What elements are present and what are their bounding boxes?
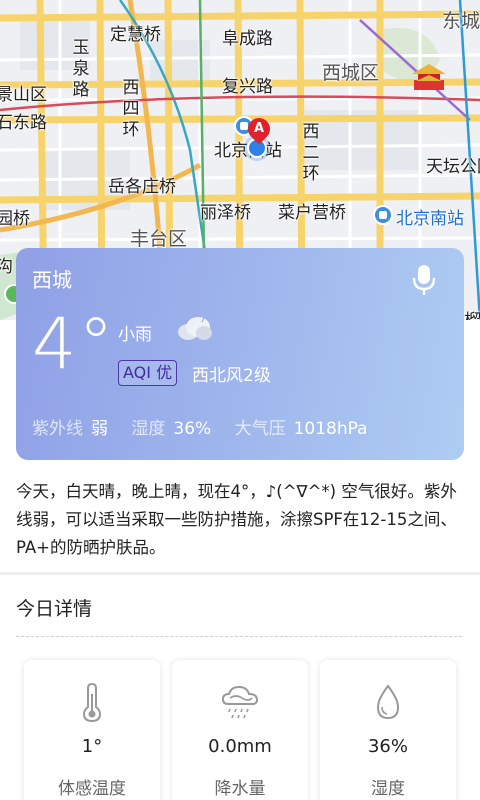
feels-like-label: 体感温度 bbox=[58, 779, 126, 799]
map-label-fengtai: 丰台区 bbox=[130, 228, 188, 250]
map-label-fuxinglu: 复兴路 bbox=[222, 77, 273, 97]
map-label-xicheng: 西城区 bbox=[322, 62, 380, 84]
weather-stats-row: 紫外线弱 湿度 36% 大气压 1018hPa bbox=[32, 414, 386, 439]
map-label-fuchenglu: 阜成路 bbox=[222, 29, 273, 49]
weather-condition: 小雨 bbox=[118, 325, 152, 345]
map-label-dongcheng: 东城 bbox=[442, 10, 480, 32]
tiananmen-landmark-icon[interactable] bbox=[412, 64, 446, 90]
pressure-label: 大气压 bbox=[234, 419, 286, 439]
detail-card-humidity[interactable]: 36% 湿度 bbox=[320, 660, 456, 800]
uv-value: 弱 bbox=[91, 419, 108, 439]
precipitation-value: 0.0mm bbox=[208, 736, 272, 757]
feels-like-value: 1° bbox=[81, 736, 103, 757]
weather-description: 今天，白天晴，晚上晴，现在4°，♪(^∇^*) 空气很好。紫外线弱，可以适当采取… bbox=[16, 482, 457, 557]
humidity-value: 36% bbox=[173, 419, 212, 439]
map-label-yuanqiao: 园桥 bbox=[0, 209, 30, 229]
map-label-beijing-south-station: 北京南站 bbox=[396, 209, 464, 229]
current-temperature: 4° bbox=[32, 303, 116, 385]
humidity-label: 湿度 bbox=[131, 419, 166, 439]
map-label-xisihuan: 西四环 bbox=[122, 78, 140, 140]
map-label-caihuyingqiao: 菜户营桥 bbox=[278, 203, 346, 223]
microphone-icon[interactable] bbox=[412, 264, 436, 296]
train-station-icon[interactable] bbox=[373, 205, 393, 225]
map-pin-letter: A bbox=[253, 121, 265, 136]
rain-icon bbox=[221, 685, 259, 719]
precipitation-label: 降水量 bbox=[214, 779, 266, 799]
map-label-xierhuan: 西二环 bbox=[302, 122, 320, 184]
map-label-liu: 榴 bbox=[464, 306, 480, 320]
map-pin-icon[interactable]: A bbox=[243, 113, 275, 145]
weather-card[interactable]: 西城 4° 小雨 AQI 优 西北风2级 紫外线弱 湿度 36% 大气压 1018h… bbox=[16, 248, 464, 460]
map-label-yuquanlu: 玉泉路 bbox=[72, 38, 90, 100]
city-name[interactable]: 西城 bbox=[32, 264, 72, 293]
detail-card-precipitation[interactable]: 0.0mm 降水量 bbox=[172, 660, 308, 800]
weather-app: 定慧桥 阜成路 东城 玉泉路 西四环 复兴路 西城区 景山区 石东路 北京西站 … bbox=[0, 0, 480, 800]
wind-info: 西北风2级 bbox=[192, 366, 271, 386]
humidity-detail-value: 36% bbox=[367, 736, 408, 757]
water-drop-icon bbox=[376, 684, 400, 720]
map-label-jingshan: 景山区 bbox=[0, 85, 47, 105]
aqi-badge[interactable]: AQI 优 bbox=[118, 360, 178, 386]
map-label-shidonglu: 石东路 bbox=[0, 113, 47, 133]
map-label-lizeqiao: 丽泽桥 bbox=[200, 203, 251, 223]
pressure-value: 1018hPa bbox=[293, 419, 368, 439]
humidity-detail-label: 湿度 bbox=[371, 779, 405, 799]
map-label-dinghuiqiao: 定慧桥 bbox=[110, 25, 161, 45]
section-divider bbox=[0, 572, 480, 575]
details-section-title: 今日详情 bbox=[16, 598, 93, 620]
map-label-tiantan: 天坛公园 bbox=[426, 157, 480, 177]
uv-label: 紫外线 bbox=[32, 419, 83, 439]
thermometer-icon bbox=[82, 682, 102, 722]
map-label-yuegezhuangqiao: 岳各庄桥 bbox=[108, 177, 176, 197]
light-rain-cloud-icon bbox=[178, 317, 212, 340]
map-label-gou: 沟 bbox=[0, 257, 13, 277]
dashed-divider bbox=[16, 636, 462, 637]
detail-card-feels-like[interactable]: 1° 体感温度 bbox=[24, 660, 160, 800]
